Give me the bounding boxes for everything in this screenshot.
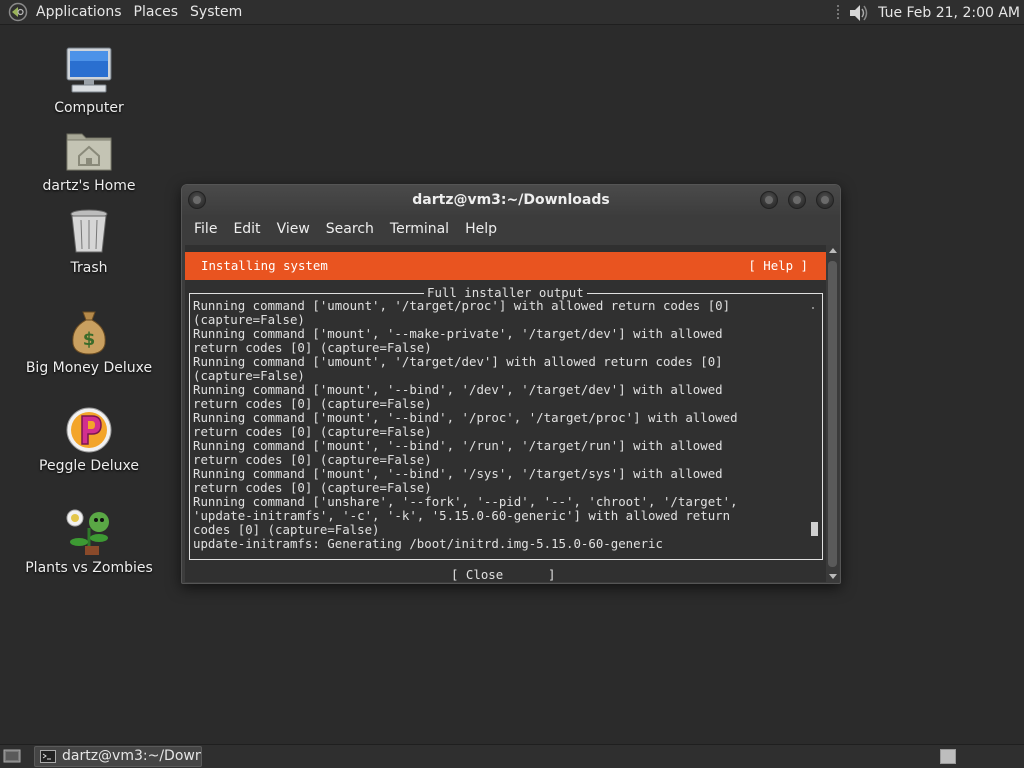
volume-icon[interactable] [848, 3, 870, 23]
system-menu[interactable]: System [186, 0, 250, 25]
log-line: return codes [0] (capture=False) [193, 340, 432, 355]
close-window-button[interactable] [816, 191, 834, 209]
log-line: return codes [0] (capture=False) [193, 480, 432, 495]
close-button[interactable]: [ Close ] [451, 568, 555, 582]
desktop-icon-peggle[interactable]: Peggle Deluxe [19, 406, 159, 474]
desktop-icon-plants-vs-zombies[interactable]: Plants vs Zombies [19, 506, 159, 576]
log-line: Running command ['mount', '--bind', '/de… [193, 382, 723, 397]
window-titlebar[interactable]: dartz@vm3:~/Downloads [182, 185, 840, 215]
menu-help[interactable]: Help [457, 221, 505, 237]
desktop-icon-label: dartz's Home [42, 178, 136, 194]
installer-log: Running command ['umount', '/target/proc… [193, 299, 793, 551]
desktop-icon-label: Plants vs Zombies [25, 560, 153, 576]
menu-terminal[interactable]: Terminal [382, 221, 457, 237]
menu-file[interactable]: File [186, 221, 225, 237]
panel-tray: Tue Feb 21, 2:00 AM [836, 0, 1024, 25]
installer-title: Installing system [201, 258, 328, 273]
log-line: return codes [0] (capture=False) [193, 424, 432, 439]
taskbar-window-button[interactable]: dartz@vm3:~/Down... [34, 746, 202, 767]
applications-menu[interactable]: Applications [32, 0, 130, 25]
plants-vs-zombies-icon [66, 509, 109, 555]
desktop-icon-big-money[interactable]: $ Big Money Deluxe [19, 308, 159, 376]
distro-logo-icon[interactable] [8, 2, 28, 22]
log-line: update-initramfs: Generating /boot/initr… [193, 536, 663, 551]
minimize-button[interactable] [760, 191, 778, 209]
log-line: Running command ['unshare', '--fork', '-… [193, 494, 738, 509]
scroll-down-arrow-icon[interactable] [829, 574, 837, 579]
installer-header: Installing system [ Help ] [185, 252, 826, 280]
desktop-icon-label: Computer [54, 100, 124, 116]
desktop-icon-home[interactable]: dartz's Home [19, 128, 159, 194]
log-line: Running command ['mount', '--bind', '/sy… [193, 466, 723, 481]
menu-edit[interactable]: Edit [225, 221, 268, 237]
log-line: Running command ['mount', '--make-privat… [193, 326, 723, 341]
taskbar-window-label: dartz@vm3:~/Down... [62, 748, 202, 764]
log-line: codes [0] (capture=False) [193, 522, 380, 537]
log-line: (capture=False) [193, 312, 305, 327]
places-menu[interactable]: Places [130, 0, 187, 25]
desktop-icon-label: Big Money Deluxe [25, 360, 153, 376]
desktop-icon-trash[interactable]: Trash [19, 208, 159, 276]
log-line: Running command ['mount', '--bind', '/pr… [193, 410, 738, 425]
log-line: (capture=False) [193, 368, 305, 383]
window-title: dartz@vm3:~/Downloads [412, 192, 610, 208]
home-folder-icon [66, 133, 112, 171]
desktop-icon-label: Trash [70, 260, 108, 276]
show-desktop-icon[interactable] [3, 748, 21, 764]
bottom-panel: dartz@vm3:~/Down... [0, 744, 1024, 768]
terminal-window: dartz@vm3:~/Downloads File Edit View Sea… [181, 184, 841, 584]
menu-search[interactable]: Search [318, 221, 382, 237]
computer-icon [66, 47, 112, 93]
window-scrollbar-thumb[interactable] [828, 261, 837, 567]
window-scrollbar[interactable] [826, 245, 839, 582]
window-menu-button[interactable] [188, 191, 206, 209]
scroll-up-arrow-icon[interactable] [829, 248, 837, 253]
terminal-icon [40, 750, 56, 763]
peggle-icon [66, 407, 112, 453]
desktop-icon-computer[interactable]: Computer [19, 46, 159, 116]
maximize-button[interactable] [788, 191, 806, 209]
log-line: Running command ['mount', '--bind', '/ru… [193, 438, 723, 453]
terminal-area[interactable]: Installing system [ Help ] Full installe… [185, 245, 826, 582]
log-line: return codes [0] (capture=False) [193, 396, 432, 411]
workspace-switcher[interactable] [940, 749, 956, 764]
log-line: Running command ['umount', '/target/dev'… [193, 354, 723, 369]
menu-view[interactable]: View [269, 221, 318, 237]
top-panel: Applications Places System Tue Feb 21, 2… [0, 0, 1024, 25]
main-menu: Applications Places System [0, 0, 250, 24]
money-bag-icon: $ [72, 311, 106, 355]
log-line: 'update-initramfs', '-c', '-k', '5.15.0-… [193, 508, 731, 523]
help-button[interactable]: [ Help ] [748, 259, 808, 273]
window-menubar: File Edit View Search Terminal Help [182, 215, 840, 243]
trash-icon [70, 209, 108, 253]
log-line: return codes [0] (capture=False) [193, 452, 432, 467]
panel-handle-icon [837, 4, 840, 19]
desktop-icon-label: Peggle Deluxe [39, 458, 139, 474]
clock[interactable]: Tue Feb 21, 2:00 AM [878, 5, 1020, 21]
log-scrollbar-thumb[interactable] [811, 522, 818, 536]
svg-text:$: $ [83, 329, 96, 350]
log-line: Running command ['umount', '/target/proc… [193, 298, 731, 313]
log-scroll-top-marker [812, 307, 814, 309]
installer-output-frame: Full installer output Running command ['… [189, 286, 823, 560]
